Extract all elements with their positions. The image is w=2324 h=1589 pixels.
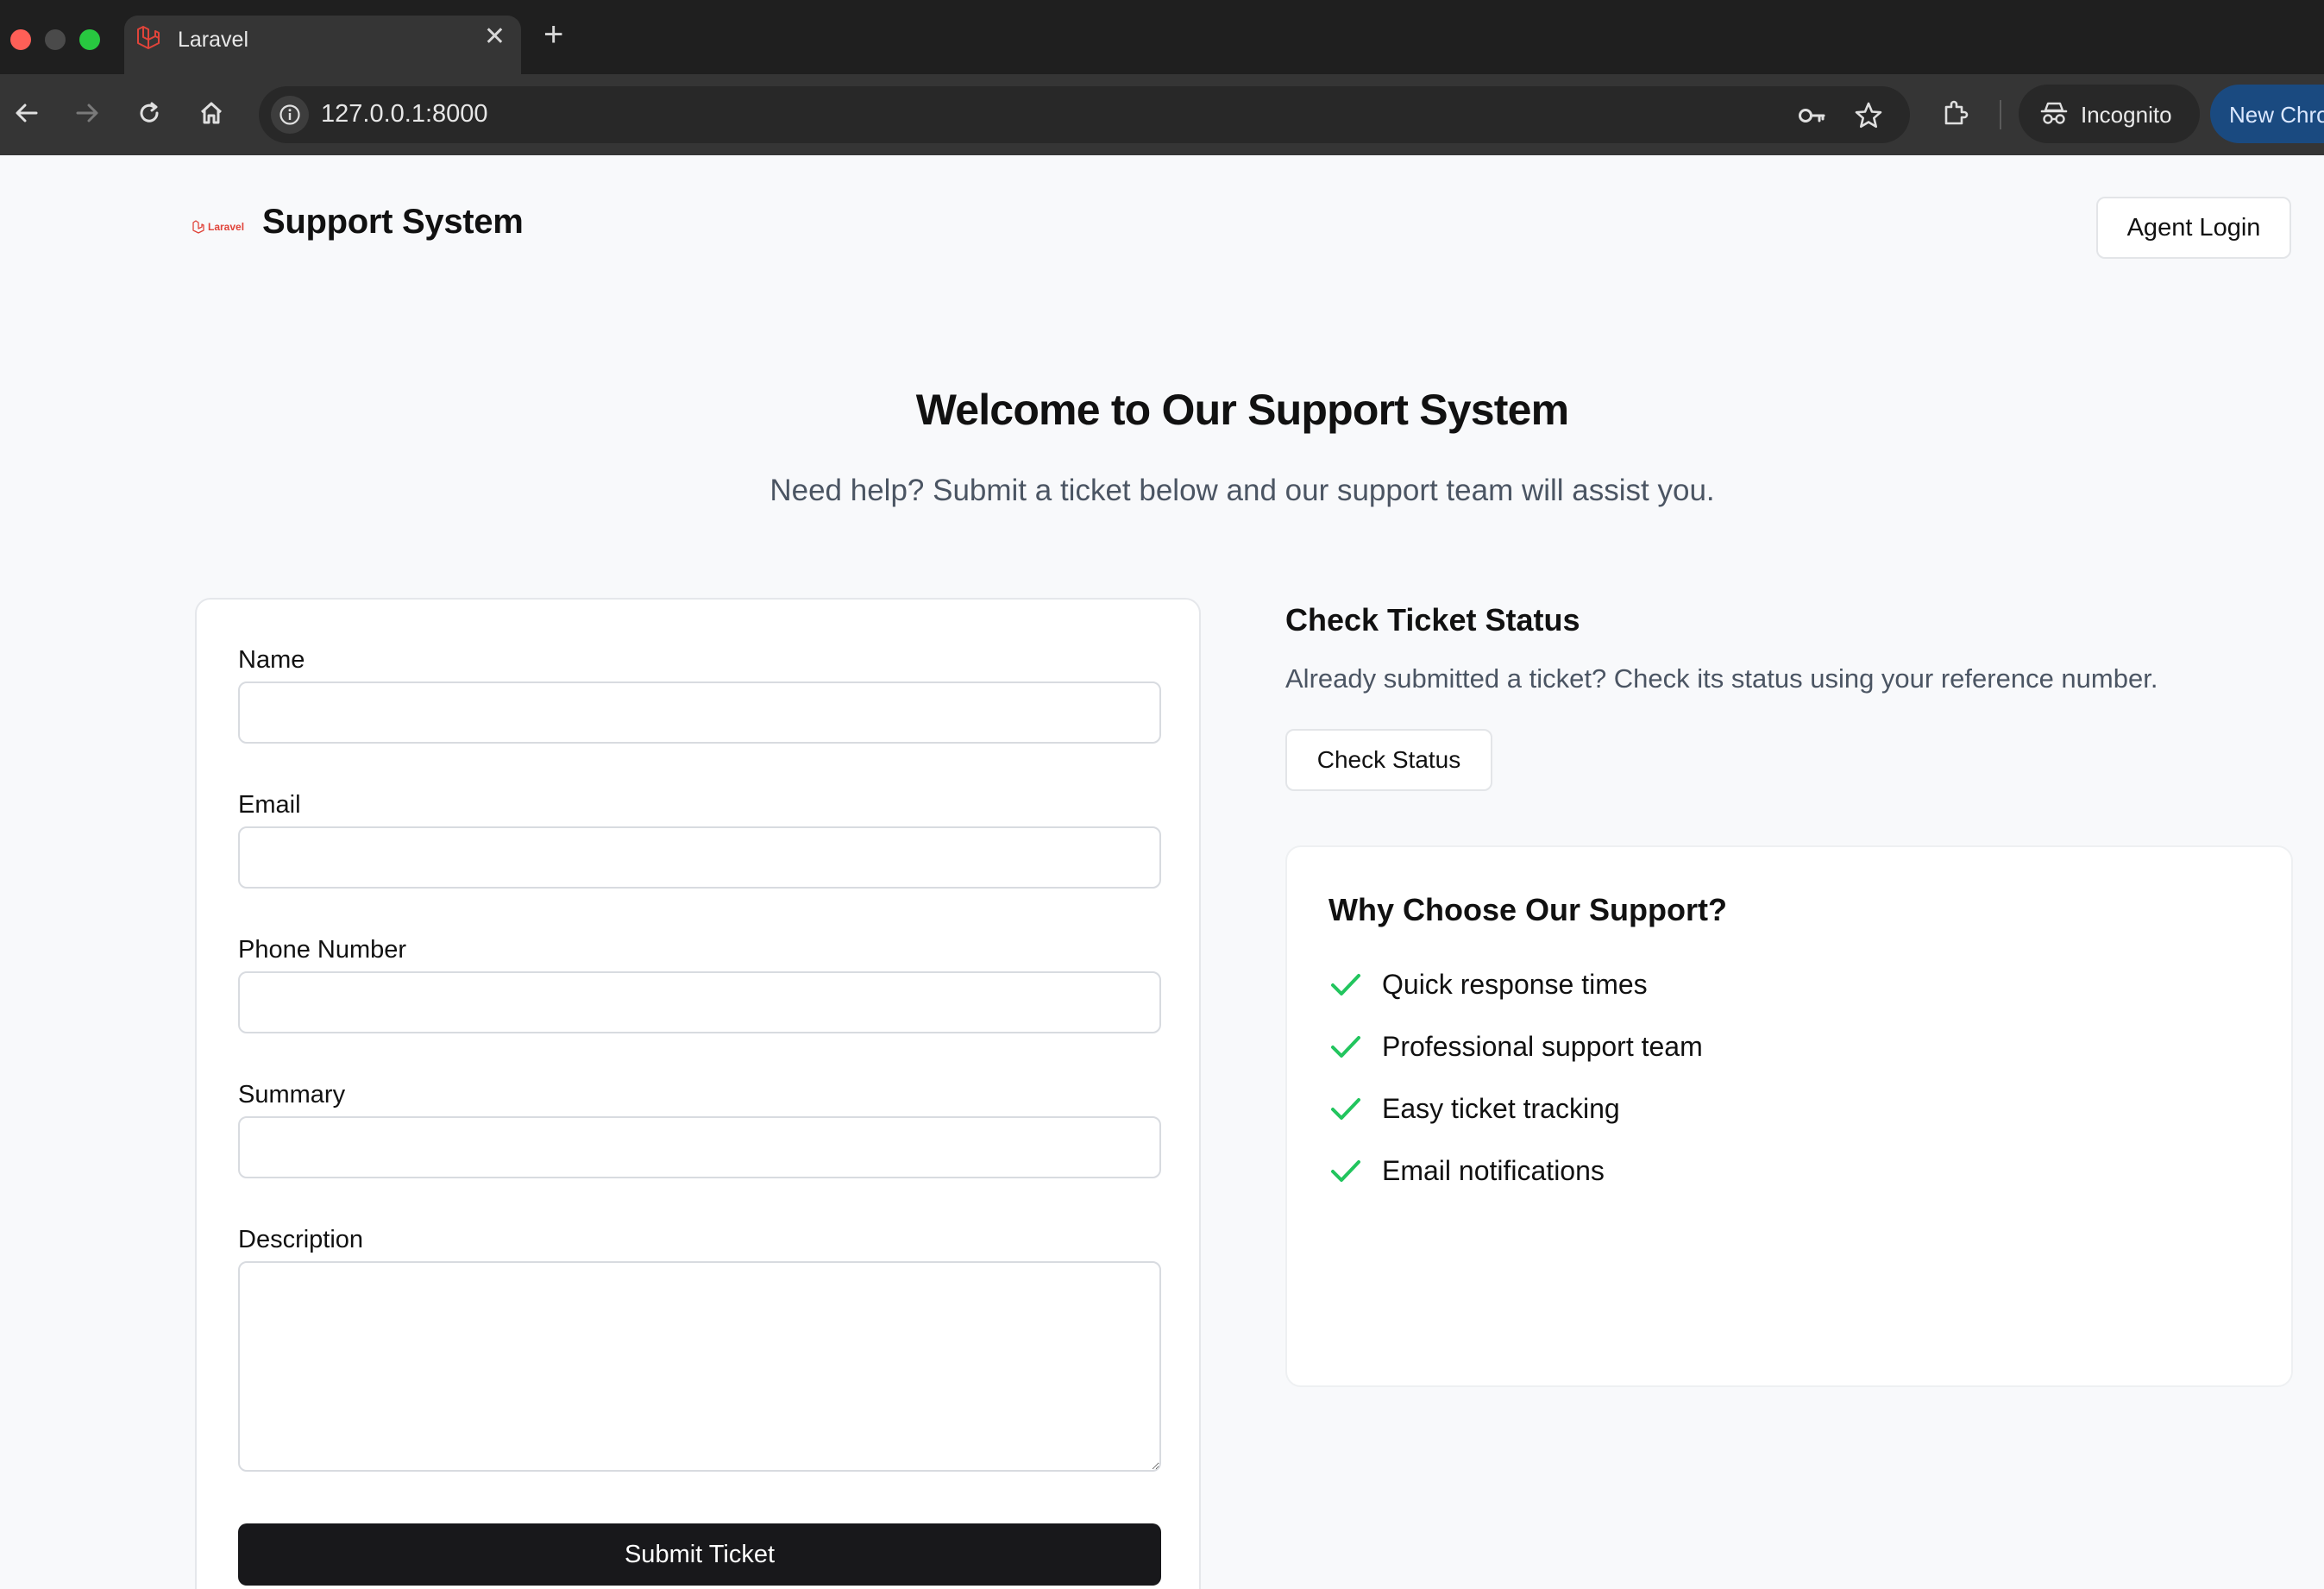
- name-label: Name: [238, 646, 305, 674]
- incognito-badge[interactable]: Incognito: [2019, 85, 2200, 143]
- check-status-title: Check Ticket Status: [1285, 602, 1580, 637]
- site-info-icon[interactable]: [271, 96, 309, 134]
- tab-title: Laravel: [178, 28, 248, 52]
- laravel-favicon-icon: [137, 26, 160, 49]
- back-icon[interactable]: [5, 91, 48, 135]
- toolbar-separator: [2000, 100, 2001, 129]
- phone-input[interactable]: [238, 971, 1161, 1033]
- feature-item: Professional support team: [1328, 1025, 1703, 1068]
- ticket-form-card: Name Email Phone Number Summary Descript…: [195, 598, 1201, 1589]
- agent-login-button[interactable]: Agent Login: [2096, 197, 2291, 259]
- incognito-icon: [2040, 102, 2068, 124]
- feature-text: Email notifications: [1382, 1154, 1605, 1186]
- page-subtitle: Need help? Submit a ticket below and our…: [769, 474, 1715, 507]
- submit-ticket-button[interactable]: Submit Ticket: [238, 1523, 1161, 1586]
- feature-text: Professional support team: [1382, 1030, 1703, 1062]
- logo-text: Laravel: [208, 221, 244, 233]
- checkmark-icon: [1331, 1160, 1360, 1182]
- new-chrome-label: New Chrome available: [2229, 102, 2324, 128]
- page-title: Welcome to Our Support System: [915, 386, 1569, 434]
- browser-toolbar: 127.0.0.1:8000 Incognito New Chrome avai…: [0, 74, 2324, 155]
- browser-tab-bar: Laravel ✕ +: [0, 0, 2324, 74]
- forward-icon[interactable]: [66, 91, 109, 135]
- key-icon[interactable]: [1796, 100, 1827, 131]
- laravel-logo[interactable]: Laravel: [192, 216, 252, 238]
- email-input[interactable]: [238, 826, 1161, 889]
- home-icon[interactable]: [190, 91, 233, 135]
- checkmark-icon: [1331, 1036, 1360, 1058]
- email-label: Email: [238, 791, 301, 819]
- browser-tab[interactable]: Laravel ✕: [124, 16, 521, 74]
- close-tab-icon[interactable]: ✕: [484, 24, 506, 50]
- feature-item: Easy ticket tracking: [1328, 1087, 1620, 1130]
- phone-label: Phone Number: [238, 936, 407, 964]
- summary-label: Summary: [238, 1081, 346, 1109]
- description-textarea[interactable]: [238, 1261, 1161, 1472]
- maximize-window-button[interactable]: [79, 29, 100, 50]
- url-text: 127.0.0.1:8000: [321, 100, 488, 128]
- why-choose-card: Why Choose Our Support? Quick response t…: [1285, 845, 2293, 1387]
- new-tab-icon[interactable]: +: [543, 17, 563, 52]
- feature-text: Quick response times: [1382, 968, 1648, 1000]
- feature-item: Quick response times: [1328, 963, 1648, 1006]
- name-input[interactable]: [238, 681, 1161, 744]
- why-choose-title: Why Choose Our Support?: [1328, 892, 1727, 927]
- incognito-label: Incognito: [2081, 102, 2172, 128]
- check-status-button[interactable]: Check Status: [1285, 729, 1492, 791]
- address-bar[interactable]: 127.0.0.1:8000: [259, 86, 1910, 143]
- minimize-window-button[interactable]: [45, 29, 66, 50]
- close-window-button[interactable]: [10, 29, 31, 50]
- check-status-description: Already submitted a ticket? Check its st…: [1285, 663, 2158, 694]
- summary-input[interactable]: [238, 1116, 1161, 1178]
- checkmark-icon: [1331, 1098, 1360, 1120]
- feature-item: Email notifications: [1328, 1149, 1605, 1192]
- brand-title[interactable]: Support System: [262, 203, 524, 242]
- extensions-icon[interactable]: [1934, 91, 1977, 135]
- page-content: Laravel Support System Agent Login Welco…: [0, 155, 2324, 1589]
- reload-icon[interactable]: [128, 91, 171, 135]
- new-chrome-button[interactable]: New Chrome available: [2210, 85, 2324, 143]
- description-label: Description: [238, 1226, 364, 1253]
- bookmark-star-icon[interactable]: [1853, 100, 1884, 131]
- feature-text: Easy ticket tracking: [1382, 1092, 1620, 1124]
- checkmark-icon: [1331, 974, 1360, 995]
